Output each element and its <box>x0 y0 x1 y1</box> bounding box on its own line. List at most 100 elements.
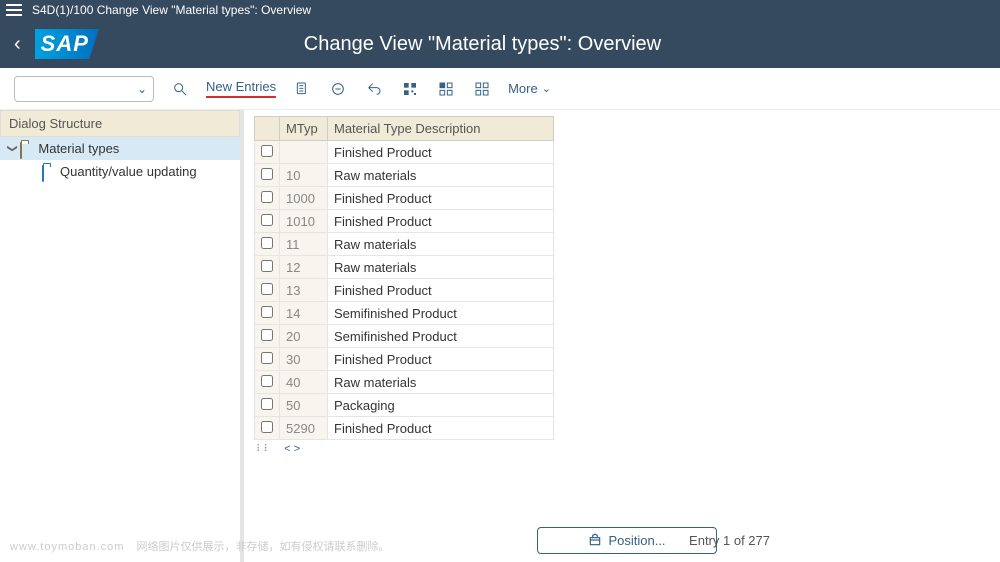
row-checkbox[interactable] <box>261 260 273 272</box>
cell-mtyp[interactable]: 5290 <box>280 417 328 440</box>
table-row[interactable]: 5290Finished Product <box>255 417 554 440</box>
table-container: MTyp Material Type Description Finished … <box>254 110 1000 518</box>
table-row[interactable]: 40Raw materials <box>255 371 554 394</box>
watermark-note: 网络图片仅供展示，非存储，如有侵权请联系删除。 <box>137 541 390 553</box>
cell-description[interactable]: Finished Product <box>328 141 554 164</box>
search-icon[interactable] <box>170 79 190 99</box>
scroll-left-right-icon[interactable]: < > <box>276 441 308 457</box>
row-checkbox-cell <box>255 187 280 210</box>
cell-mtyp[interactable] <box>280 141 328 164</box>
row-checkbox[interactable] <box>261 306 273 318</box>
row-checkbox[interactable] <box>261 421 273 433</box>
cell-mtyp[interactable]: 13 <box>280 279 328 302</box>
table-row[interactable]: 1000Finished Product <box>255 187 554 210</box>
select-block-icon[interactable] <box>436 79 456 99</box>
row-checkbox[interactable] <box>261 191 273 203</box>
row-checkbox[interactable] <box>261 375 273 387</box>
table-row[interactable]: 10Raw materials <box>255 164 554 187</box>
table-row[interactable]: 12Raw materials <box>255 256 554 279</box>
cell-mtyp[interactable]: 20 <box>280 325 328 348</box>
cell-mtyp[interactable]: 11 <box>280 233 328 256</box>
chevron-down-icon: ⌄ <box>137 82 147 96</box>
cell-description[interactable]: Raw materials <box>328 256 554 279</box>
cell-mtyp[interactable]: 50 <box>280 394 328 417</box>
table-row[interactable]: 20Semifinished Product <box>255 325 554 348</box>
sap-logo: SAP <box>35 29 99 59</box>
cell-mtyp[interactable]: 10 <box>280 164 328 187</box>
select-all-icon[interactable] <box>400 79 420 99</box>
row-checkbox-cell <box>255 210 280 233</box>
copy-as-icon[interactable] <box>292 79 312 99</box>
cell-description[interactable]: Raw materials <box>328 164 554 187</box>
cell-description[interactable]: Semifinished Product <box>328 325 554 348</box>
cell-description[interactable]: Finished Product <box>328 187 554 210</box>
watermark: www.toymoban.com 网络图片仅供展示，非存储，如有侵权请联系删除。 <box>10 538 390 554</box>
row-checkbox[interactable] <box>261 398 273 410</box>
row-checkbox-cell <box>255 394 280 417</box>
row-checkbox-cell <box>255 348 280 371</box>
row-checkbox-cell <box>255 164 280 187</box>
row-checkbox[interactable] <box>261 352 273 364</box>
tree-item-material-types[interactable]: ❯ Material types <box>0 137 240 160</box>
row-checkbox-cell <box>255 302 280 325</box>
cell-mtyp[interactable]: 40 <box>280 371 328 394</box>
row-checkbox[interactable] <box>261 214 273 226</box>
cell-mtyp[interactable]: 14 <box>280 302 328 325</box>
table-row[interactable]: 30Finished Product <box>255 348 554 371</box>
cell-description[interactable]: Raw materials <box>328 233 554 256</box>
cell-mtyp[interactable]: 1000 <box>280 187 328 210</box>
drag-handle-icon[interactable]: ⠇⠇ <box>254 443 273 456</box>
row-checkbox-cell <box>255 325 280 348</box>
cell-description[interactable]: Semifinished Product <box>328 302 554 325</box>
cell-description[interactable]: Raw materials <box>328 371 554 394</box>
cell-description[interactable]: Finished Product <box>328 210 554 233</box>
row-checkbox-cell <box>255 279 280 302</box>
entry-count: Entry 1 of 277 <box>689 533 770 548</box>
menu-icon[interactable] <box>6 4 22 16</box>
table-row[interactable]: 13Finished Product <box>255 279 554 302</box>
delete-icon[interactable] <box>328 79 348 99</box>
cell-description[interactable]: Finished Product <box>328 279 554 302</box>
chevron-down-icon: ⌄ <box>542 82 551 95</box>
row-checkbox-cell <box>255 141 280 164</box>
app-header: ‹ SAP Change View "Material types": Over… <box>0 20 1000 68</box>
cell-mtyp[interactable]: 1010 <box>280 210 328 233</box>
cell-mtyp[interactable]: 12 <box>280 256 328 279</box>
new-entries-button[interactable]: New Entries <box>206 79 276 98</box>
page-title: Change View "Material types": Overview <box>113 33 852 56</box>
row-checkbox-cell <box>255 371 280 394</box>
row-checkbox[interactable] <box>261 145 273 157</box>
tree-item-quantity-value[interactable]: Quantity/value updating <box>0 160 240 183</box>
row-checkbox[interactable] <box>261 329 273 341</box>
cell-mtyp[interactable]: 30 <box>280 348 328 371</box>
deselect-all-icon[interactable] <box>472 79 492 99</box>
main-area: MTyp Material Type Description Finished … <box>244 110 1000 562</box>
sidebar-header: Dialog Structure <box>0 110 240 137</box>
column-mtyp[interactable]: MTyp <box>280 117 328 141</box>
system-title: S4D(1)/100 Change View "Material types":… <box>32 3 311 17</box>
row-checkbox-cell <box>255 417 280 440</box>
table-row[interactable]: Finished Product <box>255 141 554 164</box>
variant-dropdown[interactable]: ⌄ <box>14 76 154 102</box>
table-row[interactable]: 14Semifinished Product <box>255 302 554 325</box>
row-checkbox[interactable] <box>261 168 273 180</box>
watermark-domain: www.toymoban.com <box>10 541 124 553</box>
table-row[interactable]: 50Packaging <box>255 394 554 417</box>
position-icon <box>588 533 602 547</box>
folder-icon <box>42 166 56 178</box>
folder-open-icon <box>20 143 34 155</box>
cell-description[interactable]: Finished Product <box>328 348 554 371</box>
row-checkbox[interactable] <box>261 237 273 249</box>
cell-description[interactable]: Finished Product <box>328 417 554 440</box>
row-checkbox-cell <box>255 233 280 256</box>
more-button[interactable]: More ⌄ <box>508 81 551 96</box>
back-button[interactable]: ‹ <box>14 33 21 56</box>
column-description[interactable]: Material Type Description <box>328 117 554 141</box>
cell-description[interactable]: Packaging <box>328 394 554 417</box>
table-row[interactable]: 1010Finished Product <box>255 210 554 233</box>
undo-icon[interactable] <box>364 79 384 99</box>
material-types-table: MTyp Material Type Description Finished … <box>254 116 554 440</box>
position-label: Position... <box>608 533 665 548</box>
row-checkbox[interactable] <box>261 283 273 295</box>
table-row[interactable]: 11Raw materials <box>255 233 554 256</box>
